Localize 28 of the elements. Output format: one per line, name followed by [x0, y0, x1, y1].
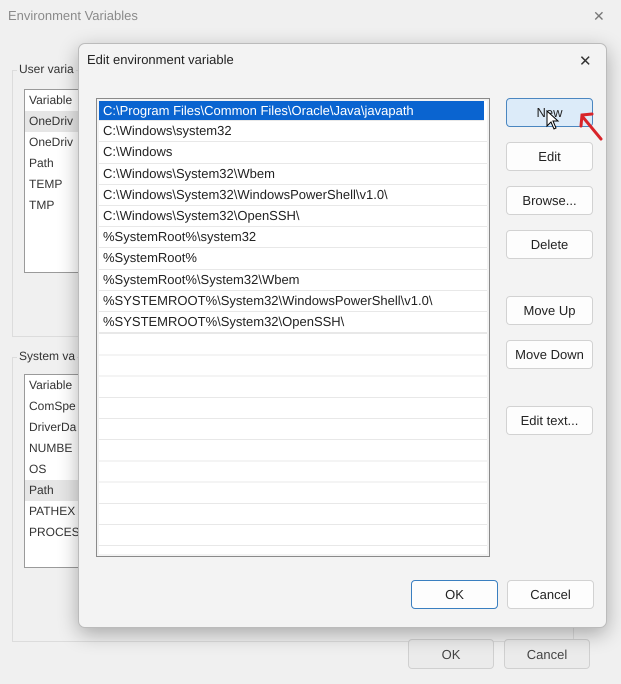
dialog-button[interactable]: OK — [411, 580, 498, 609]
close-button[interactable]: ✕ — [589, 6, 609, 26]
path-entry[interactable]: C:\Windows\system32 — [99, 121, 487, 142]
action-button[interactable]: Delete — [506, 230, 593, 259]
action-button[interactable]: Move Down — [506, 340, 593, 369]
path-entry[interactable]: %SystemRoot%\System32\Wbem — [99, 270, 487, 291]
action-button[interactable]: Browse... — [506, 186, 593, 215]
dialog-button[interactable]: Cancel — [507, 580, 594, 609]
path-entry[interactable]: C:\Program Files\Common Files\Oracle\Java\javapath — [99, 101, 484, 122]
group-label: System va — [17, 349, 78, 363]
dialog-title: Edit environment variable — [87, 52, 234, 67]
arrow-icon — [578, 110, 604, 142]
action-button[interactable]: Edit — [506, 142, 593, 171]
path-entry[interactable]: %SYSTEMROOT%\System32\OpenSSH\ — [99, 312, 487, 334]
path-entry[interactable]: C:\Windows\System32\Wbem — [99, 164, 487, 185]
path-entry[interactable]: C:\Windows\System32\WindowsPowerShell\v1.0\ — [99, 184, 487, 206]
path-entry[interactable]: C:\Windows — [99, 142, 487, 164]
action-button[interactable]: Edit text... — [506, 406, 593, 435]
window-title: Environment Variables — [8, 8, 138, 23]
path-entry[interactable]: C:\Windows\System32\OpenSSH\ — [99, 206, 487, 228]
dialog-button[interactable]: OK — [408, 639, 494, 669]
group-label: User varia — [17, 62, 76, 76]
close-button[interactable]: ✕ — [575, 50, 596, 72]
path-entry[interactable]: %SYSTEMROOT%\System32\WindowsPowerShell\v1.0\ — [99, 290, 487, 312]
dialog-button[interactable]: Cancel — [504, 639, 590, 669]
path-entry[interactable]: %SystemRoot% — [99, 248, 487, 270]
action-button[interactable]: Move Up — [506, 296, 593, 325]
path-entry[interactable]: %SystemRoot%\system32 — [99, 227, 487, 248]
